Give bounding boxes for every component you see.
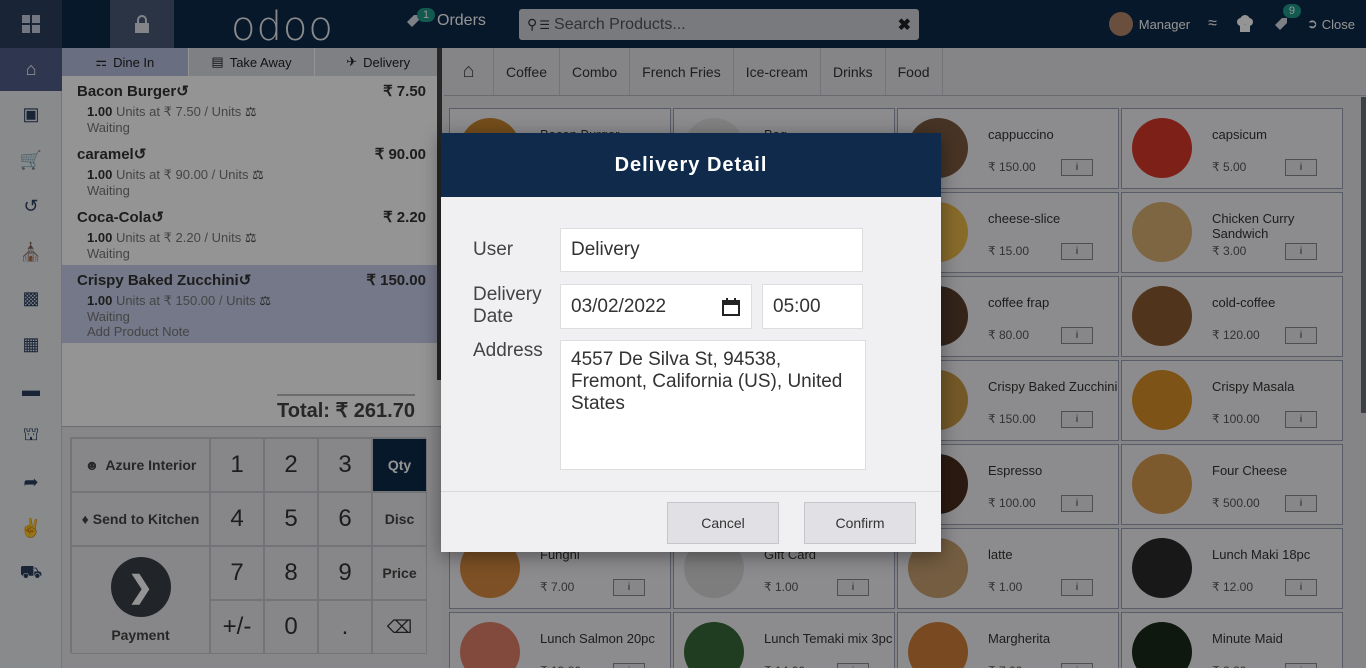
dialog-body: User Delivery Delivery Date 03/02/2022 0… xyxy=(441,197,941,491)
calendar-icon[interactable] xyxy=(721,297,741,317)
date-value: 03/02/2022 xyxy=(571,295,667,317)
cancel-button[interactable]: Cancel xyxy=(667,502,779,544)
address-label: Address xyxy=(473,340,543,361)
delivery-detail-dialog: Delivery Detail User Delivery Delivery D… xyxy=(441,133,941,552)
user-label: User xyxy=(473,239,514,260)
delivery-date-label: Delivery Date xyxy=(473,284,542,327)
dialog-footer: Cancel Confirm xyxy=(441,491,941,552)
delivery-time-field[interactable]: 05:00 xyxy=(762,284,863,329)
user-field[interactable]: Delivery xyxy=(560,228,863,272)
delivery-date-field[interactable]: 03/02/2022 xyxy=(560,284,752,329)
confirm-button[interactable]: Confirm xyxy=(804,502,916,544)
address-textarea[interactable]: 4557 De Silva St, 94538, Fremont, Califo… xyxy=(560,340,866,470)
dialog-title: Delivery Detail xyxy=(441,133,941,197)
